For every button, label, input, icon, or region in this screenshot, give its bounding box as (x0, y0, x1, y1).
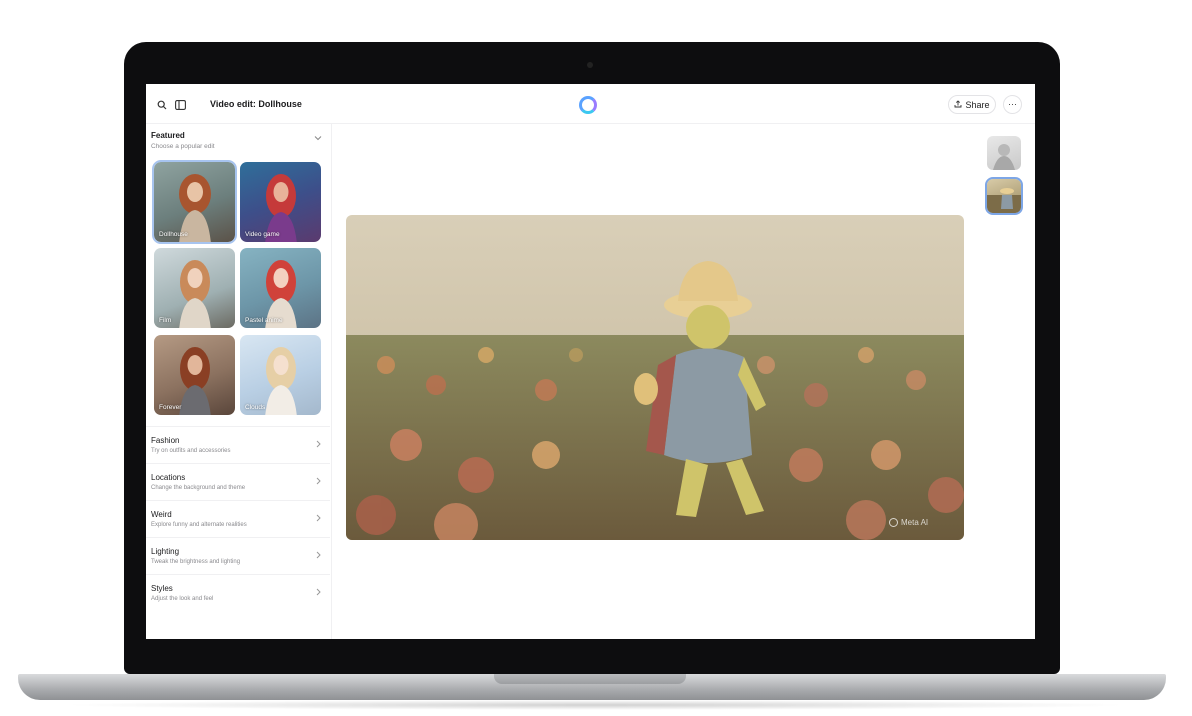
featured-item-label: Dollhouse (159, 231, 188, 238)
category-title: Fashion (151, 436, 180, 445)
laptop-notch (494, 674, 686, 684)
meta-ai-ring-icon (889, 518, 898, 527)
category-subtitle: Explore funny and alternate realities (151, 522, 247, 528)
chevron-down-icon[interactable] (314, 134, 322, 143)
featured-item-label: Video game (245, 231, 280, 238)
category-locations[interactable]: Locations Change the background and them… (146, 463, 330, 500)
featured-item-clouds[interactable]: Clouds (240, 335, 321, 415)
edit-sidebar: Featured Choose a popular edit Dollhouse… (146, 124, 332, 639)
more-options-button[interactable]: ··· (1003, 95, 1022, 114)
featured-item-label: Film (159, 317, 172, 324)
version-thumbnail-dollhouse[interactable] (985, 177, 1023, 215)
category-title: Locations (151, 473, 186, 482)
chevron-right-icon (316, 514, 321, 524)
camera-icon (587, 62, 593, 68)
search-icon[interactable] (155, 98, 169, 112)
category-fashion[interactable]: Fashion Try on outfits and accessories (146, 426, 330, 463)
featured-item-film[interactable]: Film (154, 248, 235, 328)
sidebar-toggle-icon[interactable] (173, 98, 187, 112)
featured-title: Featured (151, 131, 185, 140)
featured-subtitle: Choose a popular edit (151, 143, 215, 150)
version-thumbnail-original[interactable] (987, 136, 1021, 170)
featured-item-pastel-anime[interactable]: Pastel anime (240, 248, 321, 328)
category-title: Weird (151, 510, 172, 519)
featured-item-dollhouse[interactable]: Dollhouse (152, 160, 237, 244)
chevron-right-icon (316, 477, 321, 487)
chevron-right-icon (316, 588, 321, 598)
category-subtitle: Change the background and theme (151, 485, 246, 491)
meta-ai-watermark: Meta AI (889, 518, 928, 527)
category-weird[interactable]: Weird Explore funny and alternate realit… (146, 500, 330, 537)
category-title: Styles (151, 584, 173, 593)
chevron-right-icon (316, 440, 321, 450)
app-window: Video edit: Dollhouse Share ··· Featured… (146, 84, 1035, 639)
preview-image (346, 215, 964, 540)
share-button[interactable]: Share (948, 95, 996, 114)
featured-item-label: Forever (159, 404, 182, 411)
meta-ai-logo (579, 96, 597, 114)
share-label: Share (965, 99, 990, 110)
laptop-shadow (60, 700, 1132, 710)
category-title: Lighting (151, 547, 180, 556)
featured-item-label: Pastel anime (245, 317, 283, 324)
featured-item-label: Clouds (245, 404, 266, 411)
top-bar: Video edit: Dollhouse Share ··· (146, 84, 1035, 124)
category-lighting[interactable]: Lighting Tweak the brightness and lighti… (146, 537, 330, 574)
category-subtitle: Adjust the look and feel (151, 596, 214, 602)
featured-item-forever[interactable]: Forever (154, 335, 235, 415)
category-subtitle: Try on outfits and accessories (151, 448, 231, 454)
upload-icon (954, 99, 962, 110)
chevron-right-icon (316, 551, 321, 561)
watermark-label: Meta AI (901, 518, 929, 527)
video-preview[interactable]: Meta AI (346, 215, 964, 540)
featured-item-video-game[interactable]: Video game (240, 162, 321, 242)
category-subtitle: Tweak the brightness and lighting (151, 559, 241, 565)
category-styles[interactable]: Styles Adjust the look and feel (146, 574, 330, 611)
page-title: Video edit: Dollhouse (210, 99, 302, 109)
